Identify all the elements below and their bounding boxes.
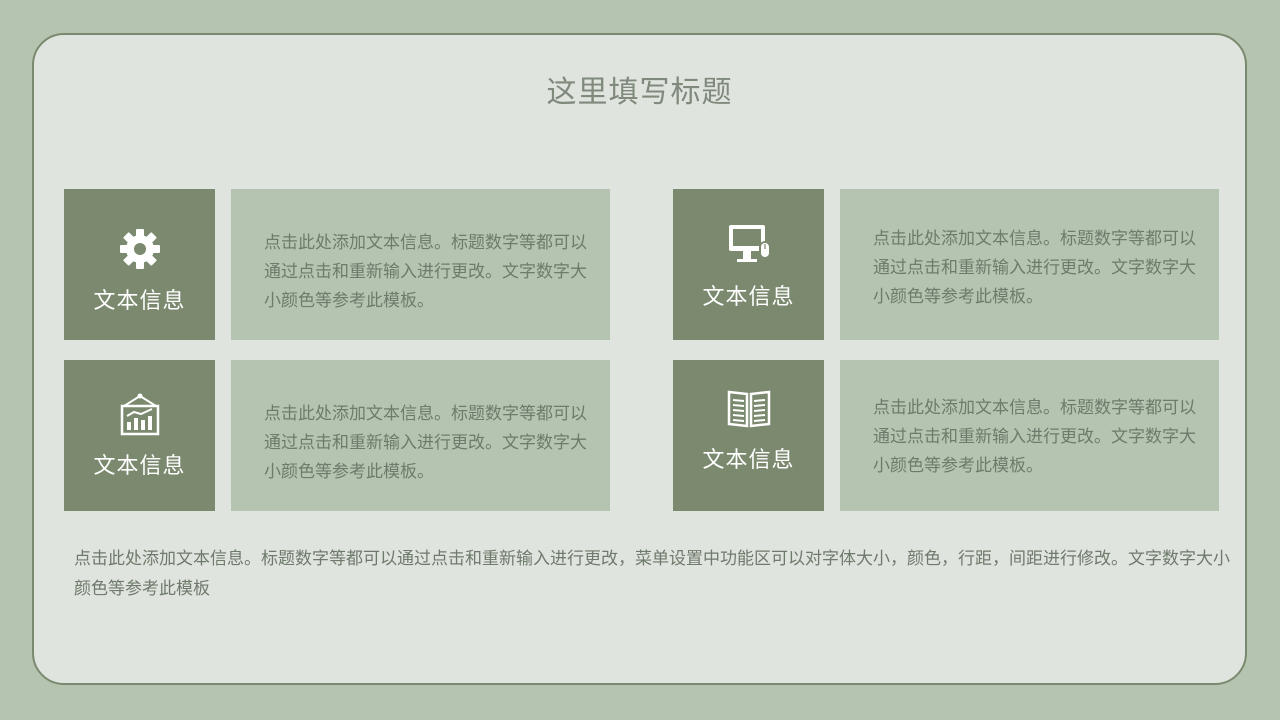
- book-icon: [727, 390, 770, 428]
- tile-label: 文本信息: [702, 285, 795, 310]
- tile-settings[interactable]: 文本信息: [64, 189, 215, 340]
- tile-chart-board[interactable]: 文本信息: [64, 360, 215, 511]
- footer-text[interactable]: 点击此处添加文本信息。标题数字等都可以通过点击和重新输入进行更改，菜单设置中功能…: [74, 544, 1234, 604]
- text-block[interactable]: 点击此处添加文本信息。标题数字等都可以通过点击和重新输入进行更改。文字数字大小颜…: [231, 360, 610, 511]
- tile-computer[interactable]: 文本信息: [673, 189, 824, 340]
- gear-icon: [119, 229, 160, 269]
- computer-icon: [728, 225, 771, 262]
- page-title[interactable]: 这里填写标题: [34, 67, 1245, 111]
- text-block[interactable]: 点击此处添加文本信息。标题数字等都可以通过点击和重新输入进行更改。文字数字大小颜…: [840, 189, 1219, 340]
- tile-book[interactable]: 文本信息: [673, 360, 824, 511]
- tile-label: 文本信息: [93, 289, 186, 314]
- tile-label: 文本信息: [93, 454, 186, 479]
- text-block[interactable]: 点击此处添加文本信息。标题数字等都可以通过点击和重新输入进行更改。文字数字大小颜…: [231, 189, 610, 340]
- slide-card: 这里填写标题 文本信息 点击此处添加文本信息。标题数字等都可以通过点击和重新输入…: [32, 33, 1247, 685]
- chart-board-icon: [120, 393, 159, 436]
- tile-label: 文本信息: [702, 448, 795, 473]
- text-block[interactable]: 点击此处添加文本信息。标题数字等都可以通过点击和重新输入进行更改。文字数字大小颜…: [840, 360, 1219, 511]
